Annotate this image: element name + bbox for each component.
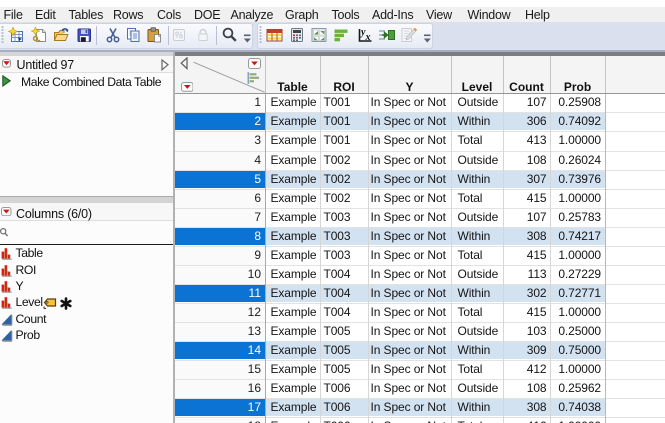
svg-text:x: x [364,32,370,43]
